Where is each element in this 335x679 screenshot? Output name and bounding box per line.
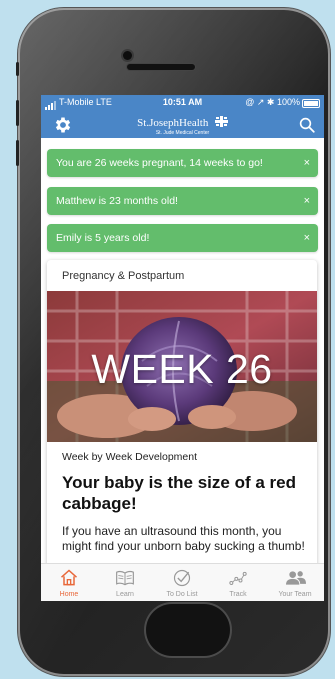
brand-logo: St.JosephHealth St. Jude Medical Center	[41, 113, 324, 136]
tab-bar: Home Learn To Do List Track Your Team	[41, 563, 324, 601]
card-subtitle: Week by Week Development	[62, 451, 198, 463]
tab-track[interactable]: Track	[210, 564, 266, 601]
week-label: WEEK 26	[91, 346, 273, 392]
close-icon[interactable]: ×	[304, 149, 310, 177]
tab-learn[interactable]: Learn	[97, 564, 153, 601]
people-icon	[286, 571, 306, 585]
notification-text: You are 26 weeks pregnant, 14 weeks to g…	[56, 157, 263, 169]
tab-label: Home	[59, 591, 79, 598]
tab-to-do-list[interactable]: To Do List	[154, 564, 210, 601]
article-card[interactable]: Pregnancy & Postpartum WEEK 26 Week by W…	[47, 260, 317, 590]
status-indicators: @ ↗ ✱ 100%	[245, 97, 300, 107]
app-header: T-Mobile LTE 10:51 AM @ ↗ ✱ 100% St.Jose…	[41, 95, 324, 138]
tab-label: Track	[229, 591, 247, 598]
front-camera	[123, 51, 132, 60]
mute-switch	[16, 62, 19, 76]
logo-text: St.JosephHealth	[137, 117, 209, 129]
notification-text: Matthew is 23 months old!	[56, 195, 178, 207]
card-body: If you have an ultrasound this month, yo…	[62, 524, 305, 553]
status-bar: T-Mobile LTE 10:51 AM @ ↗ ✱ 100%	[41, 95, 324, 111]
card-category: Pregnancy & Postpartum	[62, 270, 185, 282]
home-icon	[61, 569, 77, 586]
battery-icon	[302, 99, 320, 108]
tab-your-team[interactable]: Your Team	[267, 564, 323, 601]
app-screen: T-Mobile LTE 10:51 AM @ ↗ ✱ 100% St.Jose…	[41, 95, 324, 601]
tab-label: Your Team	[278, 591, 312, 598]
checkmark-icon	[173, 569, 191, 587]
logo-subtext: St. Jude Medical Center	[155, 130, 210, 136]
close-icon[interactable]: ×	[304, 187, 310, 215]
notification-text: Emily is 5 years old!	[56, 232, 150, 244]
volume-up-button	[16, 100, 19, 126]
tab-label: Learn	[116, 591, 134, 598]
notification-child-matthew[interactable]: Matthew is 23 months old! ×	[47, 187, 318, 215]
notification-child-emily[interactable]: Emily is 5 years old! ×	[47, 224, 318, 252]
chart-icon	[229, 571, 247, 586]
notification-pregnancy[interactable]: You are 26 weeks pregnant, 14 weeks to g…	[47, 149, 318, 177]
cross-logo-icon	[214, 116, 228, 128]
tab-home[interactable]: Home	[41, 564, 97, 601]
close-icon[interactable]: ×	[304, 224, 310, 252]
tab-label: To Do List	[166, 591, 198, 598]
earpiece-speaker	[127, 64, 195, 70]
search-icon[interactable]	[298, 116, 316, 134]
book-icon	[116, 570, 134, 586]
volume-down-button	[16, 140, 19, 166]
card-title: Your baby is the size of a red cabbage!	[62, 473, 296, 513]
home-button[interactable]	[146, 604, 230, 656]
cabbage-photo: WEEK 26	[47, 291, 317, 442]
